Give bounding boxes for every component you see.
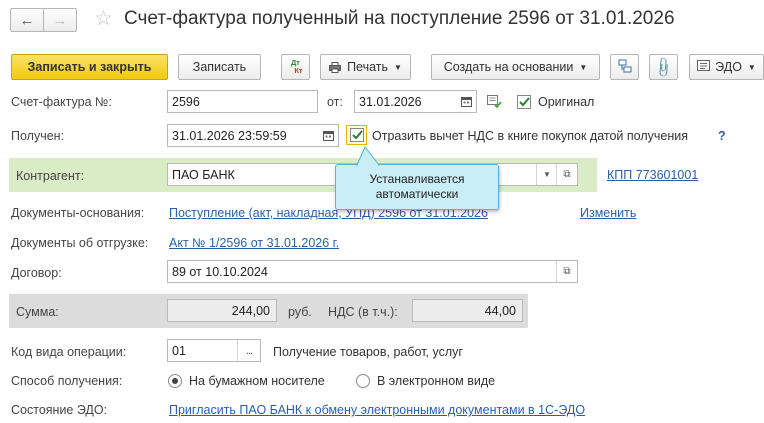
vat-deduction-label: Отразить вычет НДС в книге покупок датой… — [372, 129, 688, 143]
chevron-down-icon: ▼ — [579, 62, 588, 72]
paperclip-icon: 📎 — [652, 54, 676, 79]
checkmark-icon — [518, 97, 530, 107]
edo-icon — [697, 60, 711, 74]
ellipsis-icon: ... — [245, 344, 253, 357]
change-basis-link[interactable]: Изменить — [580, 206, 636, 220]
calendar-icon — [460, 97, 472, 107]
dropdown-button[interactable]: ▼ — [536, 164, 557, 185]
received-date-input[interactable]: 31.01.2026 23:59:59 — [167, 124, 339, 147]
arrow-right-icon: → — [52, 11, 68, 29]
operation-code-input[interactable]: 01 ... — [167, 339, 261, 362]
electronic-radio[interactable] — [356, 374, 370, 388]
original-label: Оригинал — [538, 95, 595, 109]
edo-state-label: Состояние ЭДО: — [11, 403, 108, 417]
operation-code-description: Получение товаров, работ, услуг — [273, 345, 463, 359]
create-based-on-button[interactable]: Создать на основании ▼ — [431, 54, 600, 80]
open-button[interactable]: ⧉ — [556, 164, 577, 185]
dt-kt-icon: Дт Кт — [290, 58, 303, 75]
chevron-down-icon: ▼ — [747, 62, 756, 72]
printer-icon — [329, 62, 342, 73]
sum-field: 244,00 — [167, 299, 277, 322]
counterparty-label: Контрагент: — [16, 169, 85, 183]
open-button[interactable]: ⧉ — [556, 261, 577, 282]
receipt-method-label: Способ получения: — [11, 374, 123, 388]
sum-label: Сумма: — [16, 305, 59, 319]
shipment-documents-label: Документы об отгрузке: — [11, 236, 149, 250]
original-checkbox[interactable] — [517, 95, 531, 109]
received-label: Получен: — [11, 129, 65, 143]
kpp-link[interactable]: КПП 773601001 — [607, 168, 698, 182]
save-label: Записать — [192, 60, 247, 74]
calendar-button[interactable] — [318, 125, 338, 146]
edo-label: ЭДО — [715, 60, 742, 74]
create-based-on-label: Создать на основании — [443, 60, 574, 74]
basis-documents-label: Документы-основания: — [11, 206, 145, 220]
arrow-left-icon: ← — [19, 11, 35, 29]
invoice-number-label: Счет-фактура №: — [11, 95, 112, 109]
vat-sum-field: 44,00 — [412, 299, 523, 322]
structure-icon — [618, 59, 632, 76]
checkmark-icon — [351, 130, 363, 140]
invoice-date-label: от: — [327, 95, 343, 109]
contract-input[interactable]: 89 от 10.10.2024 ⧉ — [167, 260, 578, 283]
operation-code-label: Код вида операции: — [11, 345, 127, 359]
attach-button[interactable]: 📎 — [649, 54, 678, 80]
page-title: Счет-фактура полученный на поступление 2… — [124, 8, 675, 29]
structure-button[interactable] — [610, 54, 639, 80]
tooltip-pointer — [356, 146, 381, 166]
save-and-close-label: Записать и закрыть — [27, 60, 152, 74]
forward-button[interactable]: → — [43, 8, 77, 32]
edo-invite-link[interactable]: Пригласить ПАО БАНК к обмену электронным… — [169, 403, 585, 417]
electronic-radio-label: В электронном виде — [377, 374, 496, 388]
save-button[interactable]: Записать — [178, 54, 261, 80]
paper-radio[interactable] — [168, 374, 182, 388]
favorite-star-icon[interactable]: ☆ — [94, 6, 113, 31]
invoice-number-input[interactable]: 2596 — [167, 90, 318, 113]
vat-deduction-checkbox[interactable] — [350, 128, 364, 142]
shipment-document-link[interactable]: Акт № 1/2596 от 31.01.2026 г. — [169, 236, 339, 250]
vat-sum-label: НДС (в т.ч.): — [328, 305, 398, 319]
print-button[interactable]: Печать ▼ — [320, 54, 411, 80]
calendar-icon — [322, 131, 334, 141]
tooltip: Устанавливается автоматически — [335, 164, 499, 210]
edo-button[interactable]: ЭДО ▼ — [689, 54, 764, 80]
dt-kt-button[interactable]: Дт Кт — [281, 54, 310, 80]
save-and-close-button[interactable]: Записать и закрыть — [11, 54, 168, 80]
calendar-button[interactable] — [456, 91, 476, 112]
select-button[interactable]: ... — [237, 340, 260, 361]
tooltip-text: Устанавливается автоматически — [369, 172, 465, 201]
invoice-date-input[interactable]: 31.01.2026 — [354, 90, 477, 113]
chevron-down-icon: ▼ — [394, 62, 402, 72]
currency-label: руб. — [288, 305, 312, 319]
open-window-icon: ⧉ — [563, 266, 571, 277]
print-label: Печать — [347, 60, 389, 74]
help-icon[interactable]: ? — [718, 129, 726, 143]
document-check-icon[interactable] — [487, 95, 502, 111]
back-button[interactable]: ← — [10, 8, 44, 32]
contract-label: Договор: — [11, 266, 62, 280]
open-window-icon: ⧉ — [563, 169, 571, 180]
chevron-down-icon: ▼ — [543, 170, 551, 179]
paper-radio-label: На бумажном носителе — [189, 374, 325, 388]
